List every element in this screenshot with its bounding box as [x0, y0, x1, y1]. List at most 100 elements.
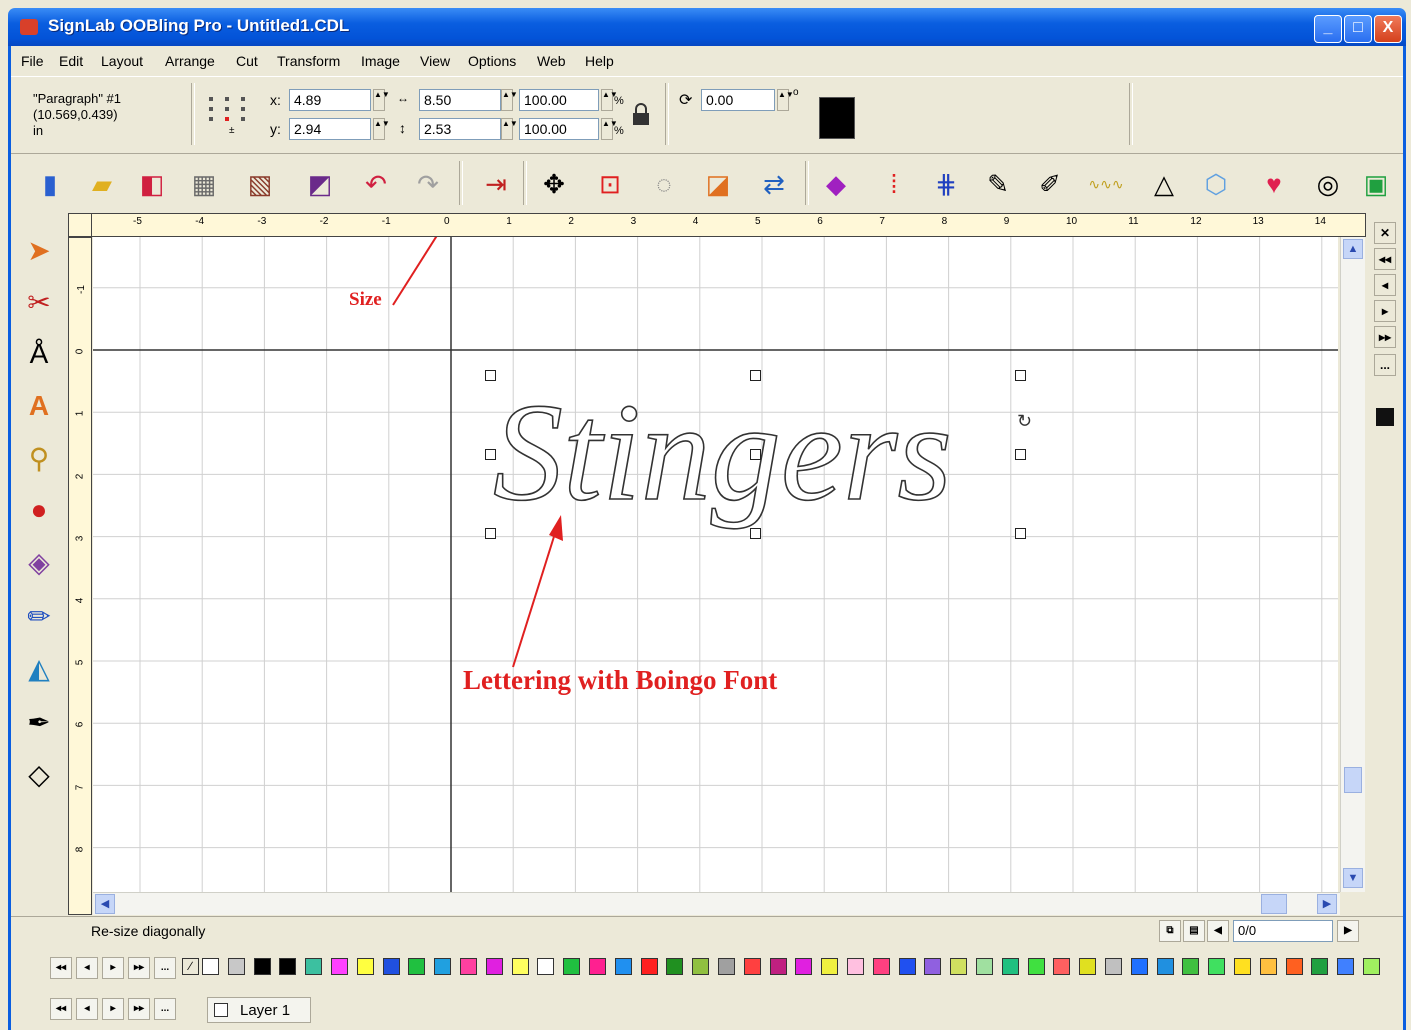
spiral-icon[interactable]: ◎: [1311, 167, 1345, 201]
palette-swatch[interactable]: [227, 958, 245, 975]
menu-options[interactable]: Options: [468, 53, 516, 69]
stone-edit-icon[interactable]: ✐: [1033, 167, 1067, 201]
palette-swatch[interactable]: [821, 958, 839, 975]
palette-swatch[interactable]: [460, 958, 477, 975]
print-preview-icon[interactable]: ▧: [243, 167, 277, 201]
scale-width-spinner[interactable]: ▲▼: [601, 89, 618, 111]
scroll-right-button[interactable]: ▶: [1317, 894, 1337, 914]
horizontal-scrollbar[interactable]: ◀ ▶: [93, 892, 1340, 915]
palette-last-button[interactable]: ▸▸: [128, 957, 150, 979]
scroll-down-button[interactable]: ▼: [1343, 868, 1363, 888]
maximize-button[interactable]: □: [1344, 15, 1372, 43]
exit-icon[interactable]: ⇥: [479, 167, 513, 201]
menu-web[interactable]: Web: [537, 53, 566, 69]
palette-swatch[interactable]: [950, 958, 968, 975]
palette-swatch[interactable]: [872, 958, 890, 975]
cut-send-icon[interactable]: ◆: [819, 167, 853, 201]
palette-swatch[interactable]: [1363, 958, 1380, 975]
selection-handle-bl[interactable]: [485, 528, 496, 539]
palette-swatch[interactable]: [511, 958, 529, 975]
menu-image[interactable]: Image: [361, 53, 400, 69]
rotation-spinner[interactable]: ▲▼: [777, 89, 794, 111]
pen-tool-icon[interactable]: ✏: [19, 593, 59, 639]
palette-more-button[interactable]: ...: [154, 957, 176, 979]
next-page-button[interactable]: ▶: [1337, 920, 1359, 942]
menu-view[interactable]: View: [420, 53, 450, 69]
palette-swatch[interactable]: [485, 958, 503, 975]
menu-cut[interactable]: Cut: [236, 53, 258, 69]
page-more-button[interactable]: ...: [1374, 354, 1396, 376]
palette-swatch[interactable]: [331, 958, 348, 975]
palette-next-button[interactable]: ▸: [102, 957, 124, 979]
layer-next-button[interactable]: ▸: [102, 998, 124, 1020]
menu-file[interactable]: File: [21, 53, 44, 69]
prev-page-button[interactable]: ◀: [1207, 920, 1229, 942]
move-icon[interactable]: ✥: [537, 167, 571, 201]
palette-swatch[interactable]: [1053, 958, 1071, 975]
palette-swatch[interactable]: [434, 958, 452, 975]
rotate-handle-icon[interactable]: ↻: [1017, 411, 1032, 431]
slant-icon[interactable]: ◪: [701, 167, 735, 201]
undo-icon[interactable]: ↶: [359, 167, 393, 201]
selection-handle-r[interactable]: [1015, 449, 1026, 460]
stone-select-icon[interactable]: ✎: [981, 167, 1015, 201]
fill-tool-icon[interactable]: ◭: [19, 645, 59, 691]
palette-first-button[interactable]: ◂◂: [50, 957, 72, 979]
horizontal-scroll-thumb[interactable]: [1261, 894, 1287, 914]
palette-prev-button[interactable]: ◂: [76, 957, 98, 979]
selection-handle-t[interactable]: [750, 370, 761, 381]
palette-swatch[interactable]: [382, 958, 400, 975]
hexagon-icon[interactable]: ⬡: [1199, 167, 1233, 201]
color-swatch[interactable]: [819, 97, 855, 139]
page-first-button[interactable]: ◂◂: [1374, 248, 1396, 270]
palette-swatch[interactable]: [202, 958, 219, 975]
knife-tool-icon[interactable]: ✂: [19, 279, 59, 325]
stone-array-icon[interactable]: ⋕: [929, 167, 963, 201]
palette-swatch[interactable]: [1337, 958, 1355, 975]
text-tool-icon[interactable]: A: [19, 383, 59, 429]
palette-swatch[interactable]: [743, 958, 761, 975]
rotate-tool-icon[interactable]: ◌: [647, 167, 681, 201]
palette-swatch[interactable]: [563, 958, 581, 975]
palette-swatch[interactable]: [1285, 958, 1303, 975]
palette-swatch[interactable]: [795, 958, 813, 975]
lock-icon[interactable]: [631, 103, 651, 127]
stone-line-icon[interactable]: ∿∿∿: [1088, 167, 1123, 201]
scroll-up-button[interactable]: ▲: [1343, 239, 1363, 259]
selection-handle-l[interactable]: [485, 449, 496, 460]
menu-transform[interactable]: Transform: [277, 53, 340, 69]
stingers-artwork[interactable]: Stingers: [492, 374, 953, 531]
palette-swatch[interactable]: [408, 958, 426, 975]
no-fill-icon[interactable]: ∕: [182, 958, 199, 975]
triangle-icon[interactable]: △: [1147, 167, 1181, 201]
height-spinner[interactable]: ▲▼: [501, 118, 518, 140]
close-panel-button[interactable]: ✕: [1374, 222, 1396, 244]
scale-width-field[interactable]: 100.00: [519, 89, 599, 111]
vertical-scroll-thumb[interactable]: [1344, 767, 1362, 793]
selection-handle-tl[interactable]: [485, 370, 496, 381]
menu-help[interactable]: Help: [585, 53, 614, 69]
height-field[interactable]: 2.53: [419, 118, 501, 140]
node-tool-icon[interactable]: Å: [19, 331, 59, 377]
palette-swatch[interactable]: [279, 958, 297, 975]
scale-height-spinner[interactable]: ▲▼: [601, 118, 618, 140]
palette-swatch[interactable]: [1208, 958, 1226, 975]
page-next-button[interactable]: ▸: [1374, 300, 1396, 322]
page-swatch-icon[interactable]: [1376, 408, 1394, 426]
palette-swatch[interactable]: [924, 958, 942, 975]
layer-more-button[interactable]: ...: [154, 998, 176, 1020]
palette-swatch[interactable]: [666, 958, 684, 975]
x-field[interactable]: 4.89: [289, 89, 371, 111]
palette-swatch[interactable]: [1027, 958, 1045, 975]
palette-swatch[interactable]: [614, 958, 632, 975]
open-icon[interactable]: ▰: [85, 167, 119, 201]
vertical-scrollbar[interactable]: ▲ ▼: [1340, 237, 1365, 892]
zoom-tool-icon[interactable]: ⚲: [19, 435, 59, 481]
palette-swatch[interactable]: [1105, 958, 1122, 975]
palette-swatch[interactable]: [589, 958, 606, 975]
layer-first-button[interactable]: ◂◂: [50, 998, 72, 1020]
page-last-button[interactable]: ▸▸: [1374, 326, 1396, 348]
selection-handle-br[interactable]: [1015, 528, 1026, 539]
eraser-tool-icon[interactable]: ◇: [19, 751, 59, 797]
close-button[interactable]: X: [1374, 15, 1402, 43]
